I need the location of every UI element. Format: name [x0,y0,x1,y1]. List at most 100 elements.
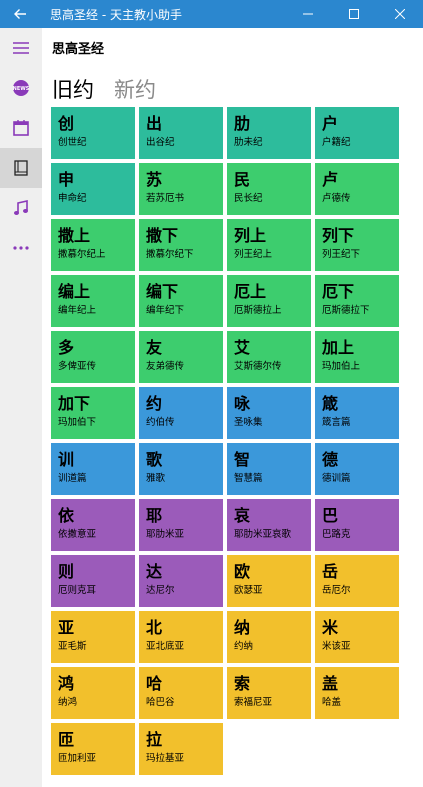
book-tile[interactable]: 加上 玛加伯上 [315,331,399,383]
book-name: 申命纪 [58,193,87,204]
book-abbreviation: 撒下 [146,226,179,245]
book-tile[interactable]: 耶耶肋米亚 [139,499,223,551]
book-tile[interactable]: 申申命纪 [51,163,135,215]
book-name: 亚毛斯 [58,641,87,652]
book-name: 户籍纪 [322,137,351,148]
book-tile[interactable]: 鸿纳鸿 [51,667,135,719]
book-abbreviation: 民 [234,170,251,189]
svg-text:NEWS: NEWS [13,86,30,92]
book-tile[interactable]: 撒下 撒慕尔纪下 [139,219,223,271]
book-tile[interactable]: 米米该亚 [315,611,399,663]
book-abbreviation: 北 [146,618,163,637]
book-abbreviation: 苏 [146,170,163,189]
book-name: 欧瑟亚 [234,585,263,596]
book-tile[interactable]: 厄下 厄斯德拉下 [315,275,399,327]
maximize-button[interactable] [331,0,377,28]
book-tile[interactable]: 智智慧篇 [227,443,311,495]
sidebar-item-bible[interactable] [0,148,42,188]
book-icon [14,160,28,176]
close-button[interactable] [377,0,423,28]
book-name: 圣咏集 [234,417,263,428]
book-tile[interactable]: 编下 编年纪下 [139,275,223,327]
book-tile[interactable]: 哈哈巴谷 [139,667,223,719]
book-tile[interactable]: 德德训篇 [315,443,399,495]
minimize-icon [303,13,313,15]
sidebar-item-music[interactable] [0,188,42,228]
book-tile[interactable]: 北亚北底亚 [139,611,223,663]
book-tile[interactable]: 岳岳厄尔 [315,555,399,607]
book-tile[interactable]: 出出谷纪 [139,107,223,159]
book-abbreviation: 肋 [234,114,251,133]
back-arrow-icon [14,9,26,19]
book-tile[interactable]: 亚亚毛斯 [51,611,135,663]
book-tile[interactable]: 创创世纪 [51,107,135,159]
book-name: 若苏厄书 [146,193,185,204]
book-tile[interactable]: 咏圣咏集 [227,387,311,439]
book-tile[interactable]: 拉玛拉基亚 [139,723,223,775]
book-tile[interactable]: 巴巴路克 [315,499,399,551]
book-tile[interactable]: 列下 列王纪下 [315,219,399,271]
book-name: 达尼尔 [146,585,175,596]
book-tile[interactable]: 多多俾亚传 [51,331,135,383]
book-tile[interactable]: 列上 列王纪上 [227,219,311,271]
book-tile[interactable]: 约约伯传 [139,387,223,439]
book-tile[interactable]: 友友弟德传 [139,331,223,383]
book-abbreviation: 则 [58,562,75,581]
book-abbreviation: 巴 [322,506,339,525]
tab-new-testament[interactable]: 新约 [114,74,156,104]
book-name: 玛加伯下 [58,417,97,428]
sidebar-item-calendar[interactable] [0,108,42,148]
book-tile[interactable]: 训训道篇 [51,443,135,495]
book-abbreviation: 创 [58,114,75,133]
book-tile[interactable]: 欧欧瑟亚 [227,555,311,607]
sidebar-item-more[interactable] [0,228,42,268]
book-name: 玛加伯上 [322,361,361,372]
back-button[interactable] [0,0,40,28]
book-name: 索福尼亚 [234,697,273,708]
book-name: 耶肋米亚 [146,529,185,540]
book-tile[interactable]: 艾艾斯德尔传 [227,331,311,383]
book-name: 艾斯德尔传 [234,361,282,372]
book-abbreviation: 撒上 [58,226,91,245]
book-tile[interactable]: 撒上 撒慕尔纪上 [51,219,135,271]
book-tile[interactable]: 则厄则克耳 [51,555,135,607]
book-abbreviation: 亚 [58,618,75,637]
book-abbreviation: 申 [58,170,75,189]
book-tile[interactable]: 苏若苏厄书 [139,163,223,215]
book-tile[interactable]: 户户籍纪 [315,107,399,159]
tab-old-testament[interactable]: 旧约 [52,74,94,104]
book-tile[interactable]: 歌雅歌 [139,443,223,495]
book-name: 依撒意亚 [58,529,97,540]
book-tile[interactable]: 肋肋未纪 [227,107,311,159]
book-tile[interactable]: 纳约纳 [227,611,311,663]
sidebar-item-news[interactable]: NEWS [0,68,42,108]
book-name: 哈巴谷 [146,697,175,708]
book-abbreviation: 编下 [146,282,179,301]
book-name: 雅歌 [146,473,166,484]
sidebar-item-menu[interactable] [0,28,42,68]
maximize-icon [349,9,359,19]
book-abbreviation: 户 [322,114,339,133]
book-name: 约伯传 [146,417,175,428]
book-tile[interactable]: 盖哈盖 [315,667,399,719]
book-abbreviation: 出 [146,114,163,133]
book-name: 哈盖 [322,697,342,708]
book-tile[interactable]: 依依撒意亚 [51,499,135,551]
book-abbreviation: 编上 [58,282,91,301]
book-name: 厄斯德拉下 [322,305,370,316]
book-tile[interactable]: 编上 编年纪上 [51,275,135,327]
book-tile[interactable]: 加下 玛加伯下 [51,387,135,439]
book-tile[interactable]: 民民长纪 [227,163,311,215]
book-tile[interactable]: 达达尼尔 [139,555,223,607]
book-name: 民长纪 [234,193,263,204]
calendar-icon [13,120,29,136]
book-tile[interactable]: 索索福尼亚 [227,667,311,719]
book-tile[interactable]: 厄上 厄斯德拉上 [227,275,311,327]
book-tile[interactable]: 箴箴言篇 [315,387,399,439]
book-abbreviation: 训 [58,450,75,469]
book-tile[interactable]: 匝匝加利亚 [51,723,135,775]
book-tile[interactable]: 卢卢德传 [315,163,399,215]
book-tile[interactable]: 哀耶肋米亚哀歌 [227,499,311,551]
minimize-button[interactable] [285,0,331,28]
book-name: 岳厄尔 [322,585,351,596]
